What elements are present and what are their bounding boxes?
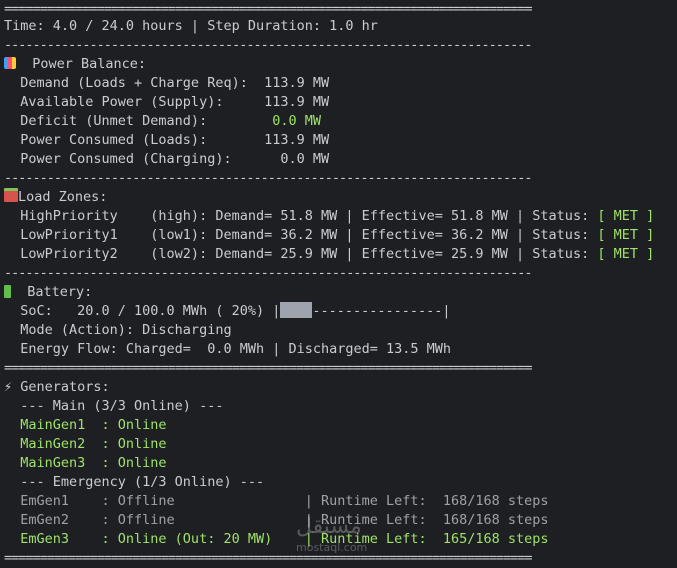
deficit-value: 0.0 MW <box>264 113 321 129</box>
watermark-latin: mostaql.com <box>296 541 368 554</box>
deficit-label: Deficit (Unmet Demand): <box>4 113 265 129</box>
power-demand: Demand (Loads + Charge Req): 113.9 MW <box>4 75 330 91</box>
load-zones-title: Load Zones: <box>4 188 107 207</box>
power-available: Available Power (Supply): 113.9 MW <box>4 94 330 110</box>
battery-flow: Energy Flow: Charged= 0.0 MWh | Discharg… <box>4 341 452 357</box>
lightning-icon: ⚡︎ <box>4 379 13 395</box>
power-deficit: Deficit (Unmet Demand): 0.0 MW <box>4 112 321 131</box>
battery-mode: Mode (Action): Discharging <box>4 322 232 338</box>
zone-status-badge: [ MET ] <box>597 227 655 243</box>
generator-row: MainGen3 : Online <box>4 455 167 471</box>
soc-bar-fill <box>280 302 313 318</box>
zone-row: HighPriority (high): Demand= 51.8 MW | E… <box>4 207 654 226</box>
zone-status-badge: [ MET ] <box>597 246 655 262</box>
separator-single: ----------------------------------------… <box>4 265 532 281</box>
time-line: Time: 4.0 / 24.0 hours | Step Duration: … <box>4 18 378 34</box>
zone-row-text: HighPriority (high): Demand= 51.8 MW | E… <box>4 208 598 224</box>
generator-row: EmGen2 : Offline | Runtime Left: 168/168… <box>4 512 549 528</box>
generator-row: EmGen3 : Online (Out: 20 MW) | Runtime L… <box>4 531 549 547</box>
watermark-logo: مستقل mostaql.com <box>296 516 367 557</box>
soc-bar-empty: ----------------| <box>312 303 451 319</box>
generator-row: MainGen1 : Online <box>4 417 167 433</box>
generator-row: MainGen2 : Online <box>4 436 167 452</box>
main-generators-header: --- Main (3/3 Online) --- <box>4 398 224 414</box>
separator-single: ----------------------------------------… <box>4 170 532 186</box>
generator-row: EmGen1 : Offline | Runtime Left: 168/168… <box>4 493 549 509</box>
soc-text: SoC: 20.0 / 100.0 MWh ( 20%) | <box>4 303 281 319</box>
zone-row-text: LowPriority2 (low2): Demand= 25.9 MW | E… <box>4 246 598 262</box>
generators-title: ⚡︎ Generators: <box>4 378 110 397</box>
battery-soc: SoC: 20.0 / 100.0 MWh ( 20%) | ----------… <box>4 302 451 321</box>
bar-chart-icon <box>4 57 16 69</box>
zone-row-text: LowPriority1 (low1): Demand= 36.2 MW | E… <box>4 227 598 243</box>
battery-title: Battery: <box>4 283 92 302</box>
battery-icon <box>4 285 11 298</box>
emergency-generators-header: --- Emergency (1/3 Online) --- <box>4 474 265 490</box>
separator-double: ========================================… <box>4 360 532 376</box>
power-consumed-charging: Power Consumed (Charging): 0.0 MW <box>4 151 330 167</box>
watermark-arabic: مستقل <box>296 514 362 539</box>
house-icon <box>4 188 18 202</box>
battery-label: Battery: <box>27 284 93 300</box>
generators-label: Generators: <box>12 379 110 395</box>
load-zones-label: Load Zones: <box>18 189 108 205</box>
zone-row: LowPriority1 (low1): Demand= 36.2 MW | E… <box>4 226 654 245</box>
power-balance-label: Power Balance: <box>32 56 147 72</box>
zone-row: LowPriority2 (low2): Demand= 25.9 MW | E… <box>4 245 654 264</box>
terminal-output[interactable]: ========================================… <box>0 0 677 566</box>
zone-status-badge: [ MET ] <box>597 208 655 224</box>
separator-double: ========================================… <box>4 550 532 566</box>
power-consumed-loads: Power Consumed (Loads): 113.9 MW <box>4 132 330 148</box>
separator-single: ----------------------------------------… <box>4 37 532 53</box>
power-balance-title: Power Balance: <box>4 55 146 74</box>
